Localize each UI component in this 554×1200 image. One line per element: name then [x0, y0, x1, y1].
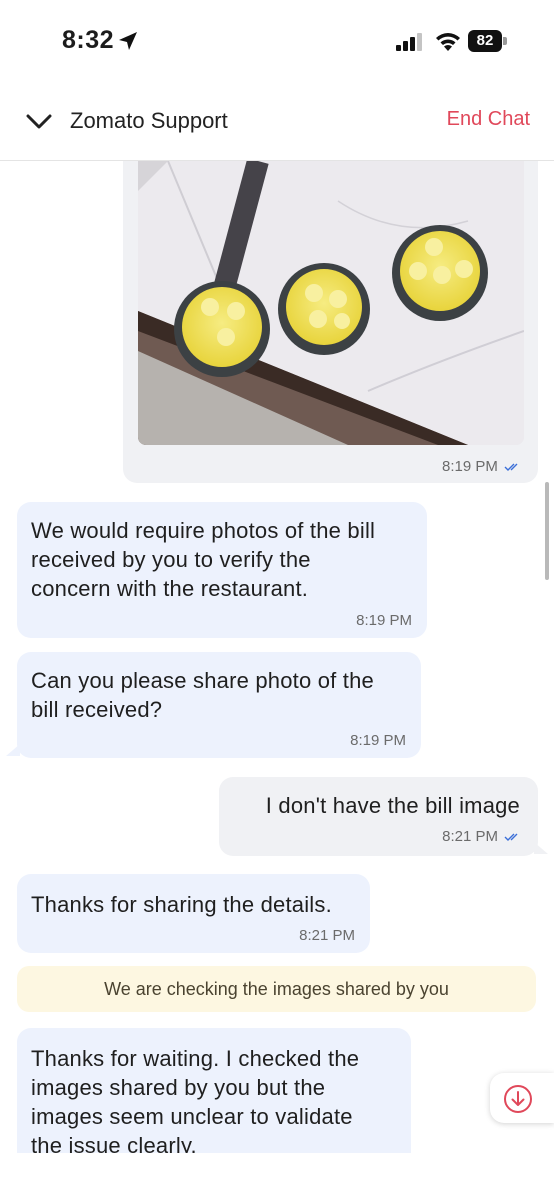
double-check-icon — [504, 463, 518, 472]
message-line: received by you to verify the — [31, 547, 311, 572]
message-time: 8:21 PM — [442, 828, 522, 845]
status-time: 8:32 — [62, 26, 115, 54]
message-incoming[interactable]: Thanks for sharing the details. 8:21 PM — [17, 874, 370, 953]
message-text: I don't have the bill image — [265, 793, 520, 818]
message-outgoing[interactable]: I don't have the bill image 8:21 PM — [219, 777, 538, 856]
message-incoming[interactable]: We would require photos of the bill rece… — [17, 502, 427, 638]
arrow-down-circle-icon — [504, 1085, 532, 1113]
bubble-tail — [534, 842, 548, 854]
battery-icon: 82 — [468, 30, 508, 52]
message-line: Thanks for sharing the details. — [31, 892, 332, 917]
location-arrow-icon — [119, 32, 137, 50]
system-notice: We are checking the images shared by you — [17, 966, 536, 1012]
message-line: the issue clearly. — [31, 1133, 197, 1153]
double-check-icon — [504, 833, 518, 842]
message-line: images shared by you but the — [31, 1075, 326, 1100]
message-time: 8:21 PM — [299, 927, 355, 944]
status-bar: 8:32 82 — [0, 0, 554, 84]
message-line: Can you please share photo of the — [31, 668, 374, 693]
battery-level: 82 — [468, 30, 502, 52]
scroll-to-bottom-button[interactable] — [490, 1073, 554, 1123]
chat-list[interactable]: 8:19 PM We would require photos of the b… — [0, 161, 554, 1153]
message-line: We would require photos of the bill — [31, 518, 376, 543]
wifi-icon — [436, 33, 460, 51]
message-line: concern with the restaurant. — [31, 576, 309, 601]
message-incoming[interactable]: Can you please share photo of the bill r… — [17, 652, 421, 758]
message-incoming[interactable]: Thanks for waiting. I checked the images… — [17, 1028, 411, 1153]
bubble-tail — [6, 744, 20, 756]
message-line: Thanks for waiting. I checked the — [31, 1046, 360, 1071]
message-time: 8:19 PM — [356, 612, 412, 629]
shared-photo[interactable] — [138, 161, 524, 445]
message-time: 8:19 PM — [350, 732, 406, 749]
message-time: 8:19 PM — [442, 458, 522, 475]
message-line: bill received? — [31, 697, 163, 722]
message-line: images seem unclear to validate — [31, 1104, 353, 1129]
chevron-down-icon[interactable] — [26, 113, 52, 131]
chat-header: Zomato Support End Chat — [0, 84, 554, 161]
page-title: Zomato Support — [70, 108, 228, 133]
scrollbar-thumb[interactable] — [545, 482, 549, 580]
signal-icon — [396, 33, 422, 51]
end-chat-button[interactable]: End Chat — [447, 108, 530, 131]
bottom-area — [0, 1153, 554, 1200]
